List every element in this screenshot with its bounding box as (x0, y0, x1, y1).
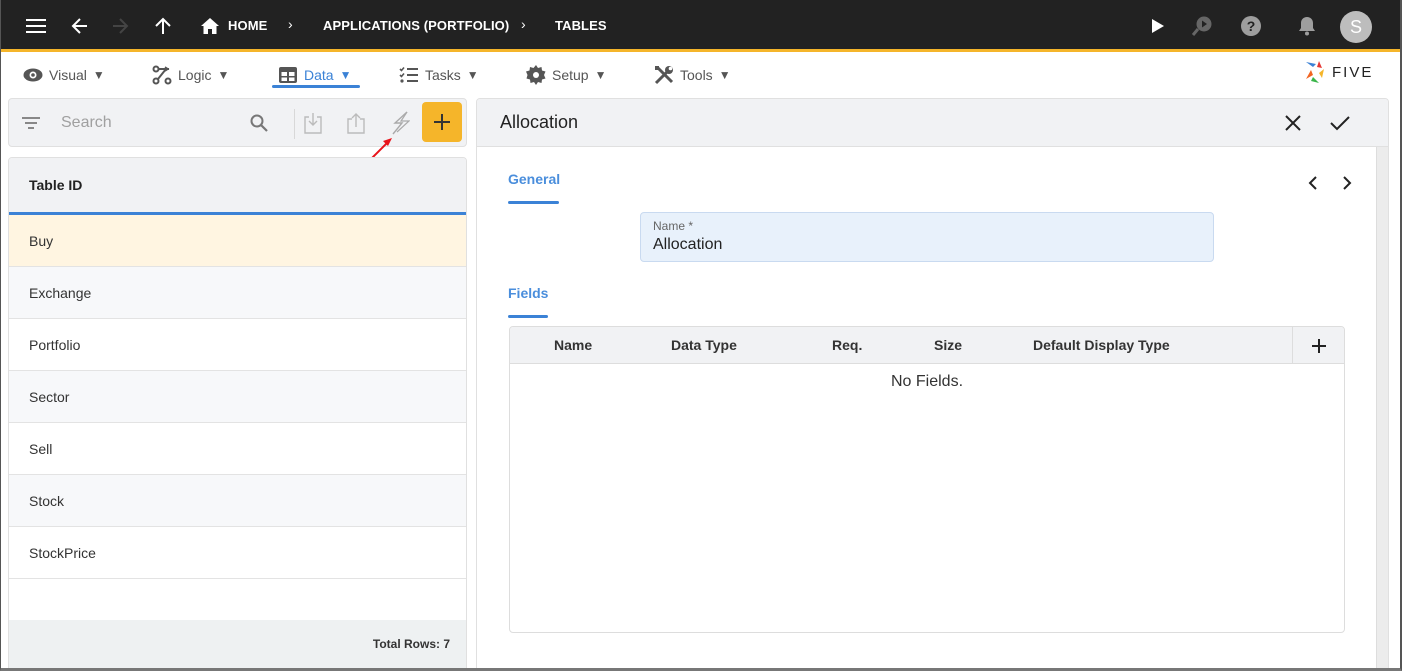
plus-icon (1311, 338, 1326, 353)
five-logo-icon (1306, 61, 1324, 83)
tasks-list-icon (399, 66, 418, 83)
column-required[interactable]: Req. (832, 337, 862, 353)
active-tab-indicator (272, 85, 360, 88)
tab-general-indicator (508, 201, 559, 204)
help-icon[interactable]: ? (1235, 10, 1267, 42)
list-item[interactable]: Portfolio (9, 319, 466, 371)
previous-record-icon[interactable] (1301, 171, 1325, 195)
empty-message: No Fields. (890, 373, 964, 390)
top-bar: HOME › APPLICATIONS (PORTFOLIO) › TABLES… (0, 0, 1402, 52)
avatar[interactable]: S (1340, 11, 1372, 43)
list-item[interactable]: Sell (9, 423, 466, 475)
tables-list: Table ID Buy Exchange Portfolio Sector S… (8, 157, 467, 669)
add-record-button[interactable] (422, 102, 462, 142)
record-form: Allocation General Name * Fields Name Da… (476, 98, 1389, 671)
dropdown-arrow-icon: ▼ (217, 68, 230, 82)
tab-fields-indicator (508, 315, 548, 318)
tab-fields[interactable]: Fields (508, 285, 548, 301)
form-title: Allocation (500, 112, 579, 132)
name-field[interactable]: Name * (640, 212, 1214, 262)
export-icon[interactable] (342, 109, 370, 137)
menu-setup[interactable]: Setup ▼ (526, 61, 606, 89)
filter-icon[interactable] (17, 109, 45, 137)
menu-visual[interactable]: Visual ▼ (23, 61, 105, 89)
chevron-right-icon: › (288, 16, 293, 32)
list-item[interactable]: Stock (9, 475, 466, 527)
chevron-right-icon: › (521, 16, 526, 32)
home-icon[interactable] (194, 10, 226, 42)
back-arrow-icon[interactable] (64, 10, 96, 42)
lightning-icon[interactable] (386, 109, 414, 137)
play-icon[interactable] (1142, 10, 1174, 42)
bell-icon[interactable] (1291, 10, 1323, 42)
search-icon[interactable] (245, 109, 273, 137)
column-default-display-type[interactable]: Default Display Type (1033, 337, 1170, 353)
menu-tools[interactable]: Tools ▼ (654, 61, 731, 89)
form-header: Allocation (477, 99, 1388, 147)
column-header-table-id[interactable]: Table ID (9, 158, 466, 215)
up-arrow-icon[interactable] (147, 10, 179, 42)
total-rows: Total Rows: 7 (9, 620, 466, 668)
add-field-button[interactable] (1292, 327, 1344, 364)
svg-text:?: ? (1247, 18, 1256, 34)
five-logo: FIVE (1302, 59, 1373, 85)
scrollbar[interactable] (1376, 147, 1388, 670)
list-item[interactable]: StockPrice (9, 527, 466, 579)
column-name[interactable]: Name (554, 337, 592, 353)
dropdown-arrow-icon: ▼ (339, 68, 352, 82)
tab-general[interactable]: General (508, 171, 560, 187)
list-item[interactable]: Sector (9, 371, 466, 423)
menu-tasks[interactable]: Tasks ▼ (399, 61, 479, 89)
breadcrumb-tables[interactable]: TABLES (555, 18, 607, 33)
search-toolbar (8, 98, 467, 147)
menu-logic[interactable]: Logic ▼ (152, 61, 229, 89)
toolbar-divider (294, 109, 295, 139)
dropdown-arrow-icon: ▼ (92, 68, 105, 82)
dropdown-arrow-icon: ▼ (466, 68, 479, 82)
close-icon[interactable] (1279, 109, 1307, 137)
dropdown-arrow-icon: ▼ (594, 68, 607, 82)
fields-table-header: Name Data Type Req. Size Default Display… (510, 327, 1344, 364)
breadcrumb-home[interactable]: HOME (228, 18, 267, 33)
import-icon[interactable] (299, 109, 327, 137)
tools-icon (654, 65, 674, 85)
logic-icon (152, 65, 172, 85)
name-input[interactable] (653, 236, 1193, 254)
plus-icon (434, 114, 450, 130)
forward-arrow-icon[interactable] (104, 10, 136, 42)
column-size[interactable]: Size (934, 337, 962, 353)
gear-icon (526, 65, 546, 85)
list-item[interactable]: Buy (9, 215, 466, 267)
menu-bar: Visual ▼ Logic ▼ Data ▼ Tasks ▼ Setup ▼ … (0, 55, 1402, 93)
search-input[interactable] (61, 111, 241, 135)
check-icon[interactable] (1326, 109, 1354, 137)
breadcrumb-applications[interactable]: APPLICATIONS (PORTFOLIO) (323, 18, 509, 33)
dropdown-arrow-icon: ▼ (718, 68, 731, 82)
eye-icon (23, 68, 43, 82)
list-item[interactable]: Exchange (9, 267, 466, 319)
next-record-icon[interactable] (1335, 171, 1359, 195)
column-data-type[interactable]: Data Type (671, 337, 737, 353)
debug-play-icon[interactable] (1186, 10, 1218, 42)
name-field-label: Name * (653, 219, 694, 233)
table-grid-icon (279, 67, 297, 83)
fields-table: Name Data Type Req. Size Default Display… (509, 326, 1345, 633)
menu-icon[interactable] (20, 10, 52, 42)
